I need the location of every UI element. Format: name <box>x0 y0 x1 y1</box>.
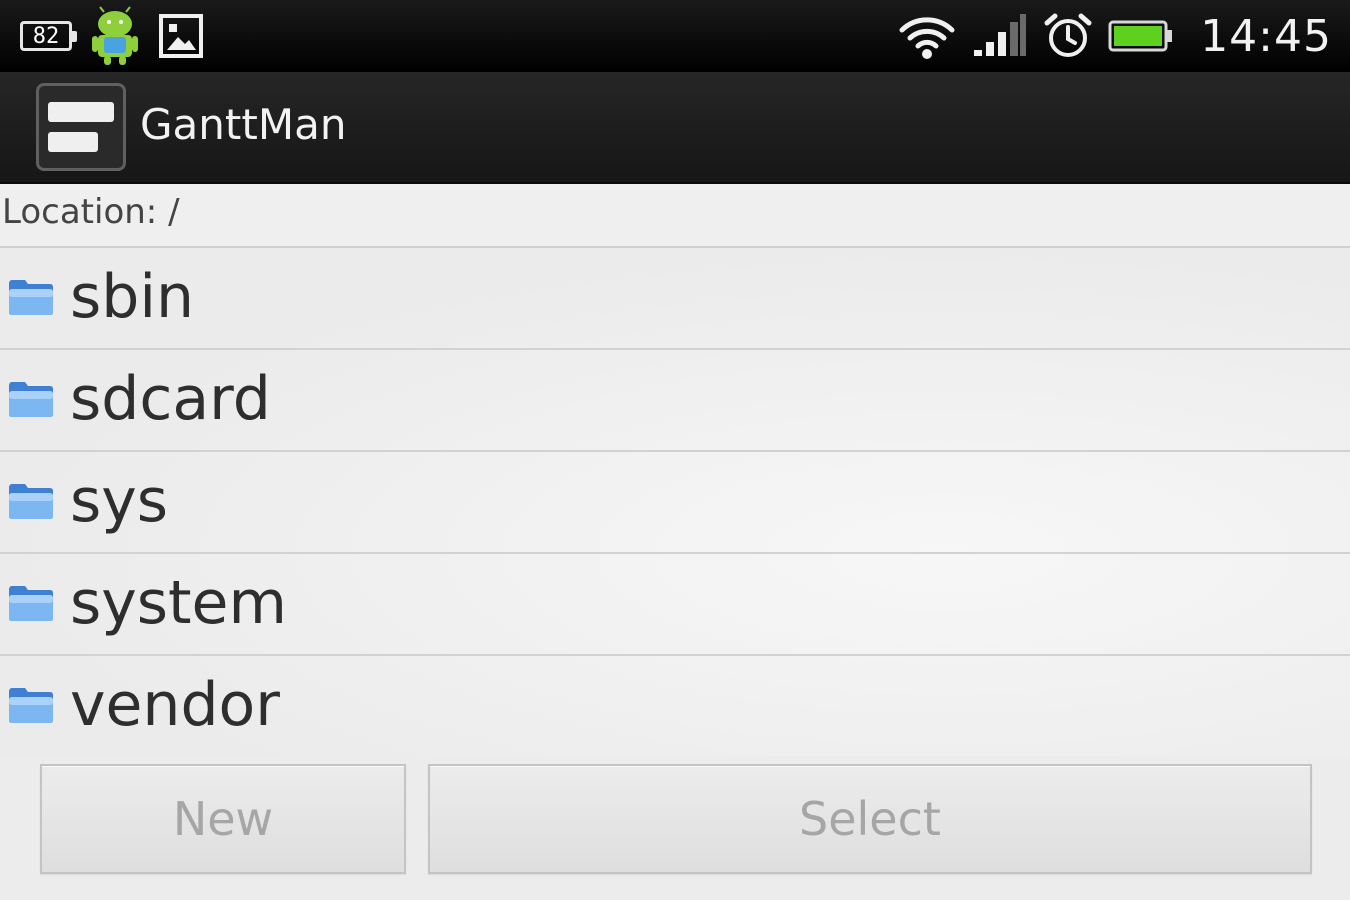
file-name: sys <box>70 466 169 536</box>
new-button[interactable]: New <box>40 764 406 874</box>
folder-icon <box>9 688 53 723</box>
file-name: system <box>70 568 287 638</box>
button-row: New Select <box>0 752 1350 900</box>
folder-icon <box>9 484 53 519</box>
signal-icon <box>974 14 1027 56</box>
status-bar-right: 14:45 <box>898 0 1332 72</box>
folder-icon <box>9 280 53 315</box>
location-bar: Location: / <box>0 184 1350 248</box>
select-button[interactable]: Select <box>428 764 1312 874</box>
alarm-icon <box>1044 13 1092 57</box>
file-name: vendor <box>70 670 280 740</box>
battery-level-text: 82 <box>32 23 60 49</box>
wifi-icon <box>899 17 955 59</box>
list-item-vendor[interactable]: vendor <box>0 656 1350 756</box>
file-name: sbin <box>70 262 195 332</box>
file-list: sbin sdcard sys system vendor <box>0 248 1350 756</box>
folder-icon <box>9 382 53 417</box>
file-name: sdcard <box>70 364 271 434</box>
app-icon-bar <box>48 102 114 122</box>
list-item-sys[interactable]: sys <box>0 452 1350 554</box>
status-bar-left: 82 <box>20 0 204 72</box>
battery-level-icon: 82 <box>20 21 77 51</box>
app-title: GanttMan <box>140 100 347 149</box>
list-item-sdcard[interactable]: sdcard <box>0 350 1350 452</box>
gallery-icon <box>159 14 203 58</box>
app-icon[interactable] <box>36 83 126 171</box>
list-item-system[interactable]: system <box>0 554 1350 656</box>
list-item-sbin[interactable]: sbin <box>0 248 1350 350</box>
folder-icon <box>9 586 53 621</box>
location-label: Location: / <box>2 192 180 232</box>
status-clock: 14:45 <box>1200 10 1332 62</box>
action-bar: GanttMan <box>0 72 1350 184</box>
battery-icon <box>1108 20 1173 52</box>
android-icon <box>92 6 138 65</box>
status-bar: 82 14:45 <box>0 0 1350 72</box>
app-icon-bar <box>48 132 98 152</box>
